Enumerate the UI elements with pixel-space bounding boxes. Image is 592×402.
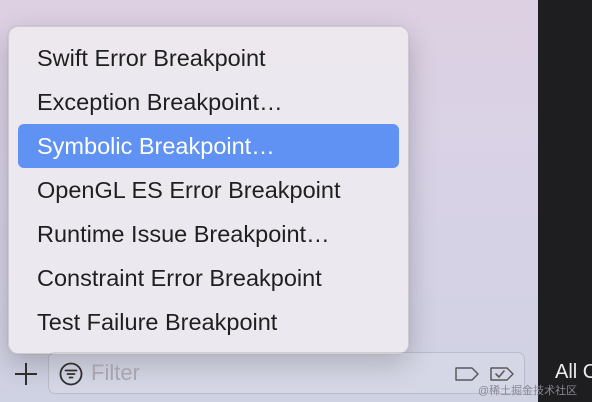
menu-item-test-failure-breakpoint[interactable]: Test Failure Breakpoint <box>18 300 399 344</box>
menu-item-exception-breakpoint[interactable]: Exception Breakpoint… <box>18 80 399 124</box>
bottom-bar <box>0 346 538 402</box>
plus-icon[interactable] <box>14 362 38 386</box>
menu-item-runtime-issue-breakpoint[interactable]: Runtime Issue Breakpoint… <box>18 212 399 256</box>
watermark: @稀土掘金技术社区 <box>478 385 578 397</box>
filter-input[interactable] <box>91 357 431 389</box>
right-panel-label: All C <box>555 361 592 383</box>
add-breakpoint-menu: Swift Error Breakpoint Exception Breakpo… <box>8 26 409 354</box>
right-panel: All C <box>538 0 592 402</box>
menu-item-constraint-error-breakpoint[interactable]: Constraint Error Breakpoint <box>18 256 399 300</box>
menu-item-symbolic-breakpoint[interactable]: Symbolic Breakpoint… <box>18 124 399 168</box>
menu-item-opengl-es-error-breakpoint[interactable]: OpenGL ES Error Breakpoint <box>18 168 399 212</box>
checkmark-tag-icon[interactable] <box>489 365 515 383</box>
menu-item-swift-error-breakpoint[interactable]: Swift Error Breakpoint <box>18 36 399 80</box>
filter-field[interactable] <box>48 352 525 394</box>
tag-icon[interactable] <box>454 365 480 383</box>
filter-icon[interactable] <box>59 362 83 386</box>
